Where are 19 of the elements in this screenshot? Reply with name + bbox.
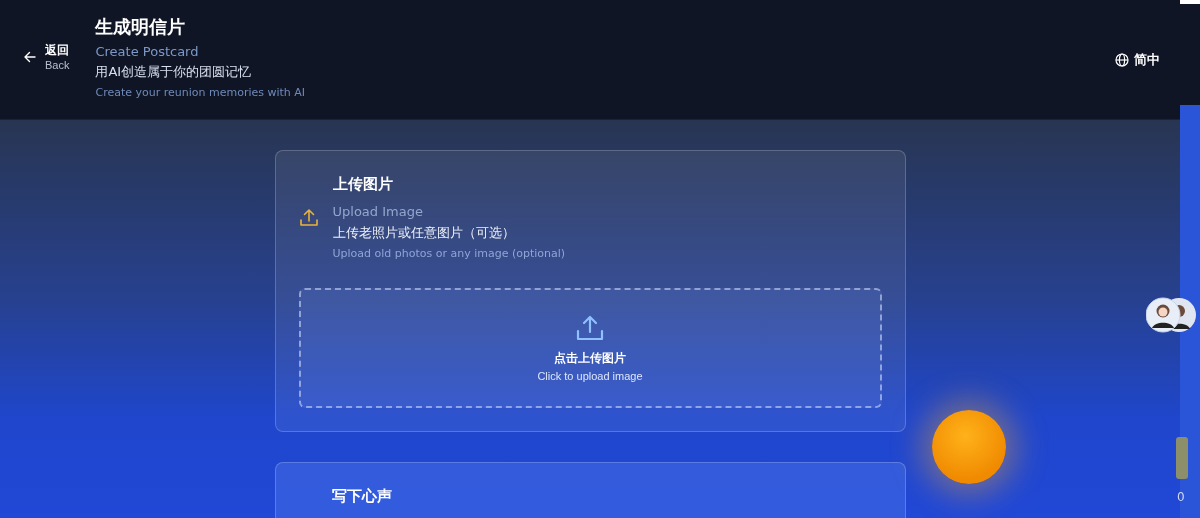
upload-icon	[298, 207, 319, 228]
page-title-english: Create Postcard	[95, 44, 200, 59]
avatar-icon	[1146, 296, 1198, 334]
page-subtitle: 用AI创造属于你的团圆记忆	[95, 63, 253, 81]
card-description: 上传老照片或任意图片（可选）	[332, 224, 516, 242]
card-title-english: Upload Image	[332, 204, 424, 219]
page-title: 生成明信片	[95, 15, 187, 39]
upload-dropzone[interactable]: 点击上传图片 Click to upload image	[298, 288, 882, 408]
upload-icon	[576, 314, 604, 341]
page-subtitle-english: Create your reunion memories with AI	[95, 86, 307, 99]
counter-text: 0	[1177, 490, 1185, 504]
back-arrow-icon	[24, 50, 36, 63]
card-title: 上传图片	[332, 175, 394, 194]
globe-icon	[1115, 53, 1129, 67]
card-title: 写下心声	[331, 487, 393, 506]
back-button[interactable]: 返回 Back	[24, 14, 70, 71]
card-description-english: Upload old photos or any image (optional)	[332, 247, 566, 260]
side-tab[interactable]	[1176, 437, 1188, 479]
language-button[interactable]: 简中	[1115, 51, 1160, 69]
